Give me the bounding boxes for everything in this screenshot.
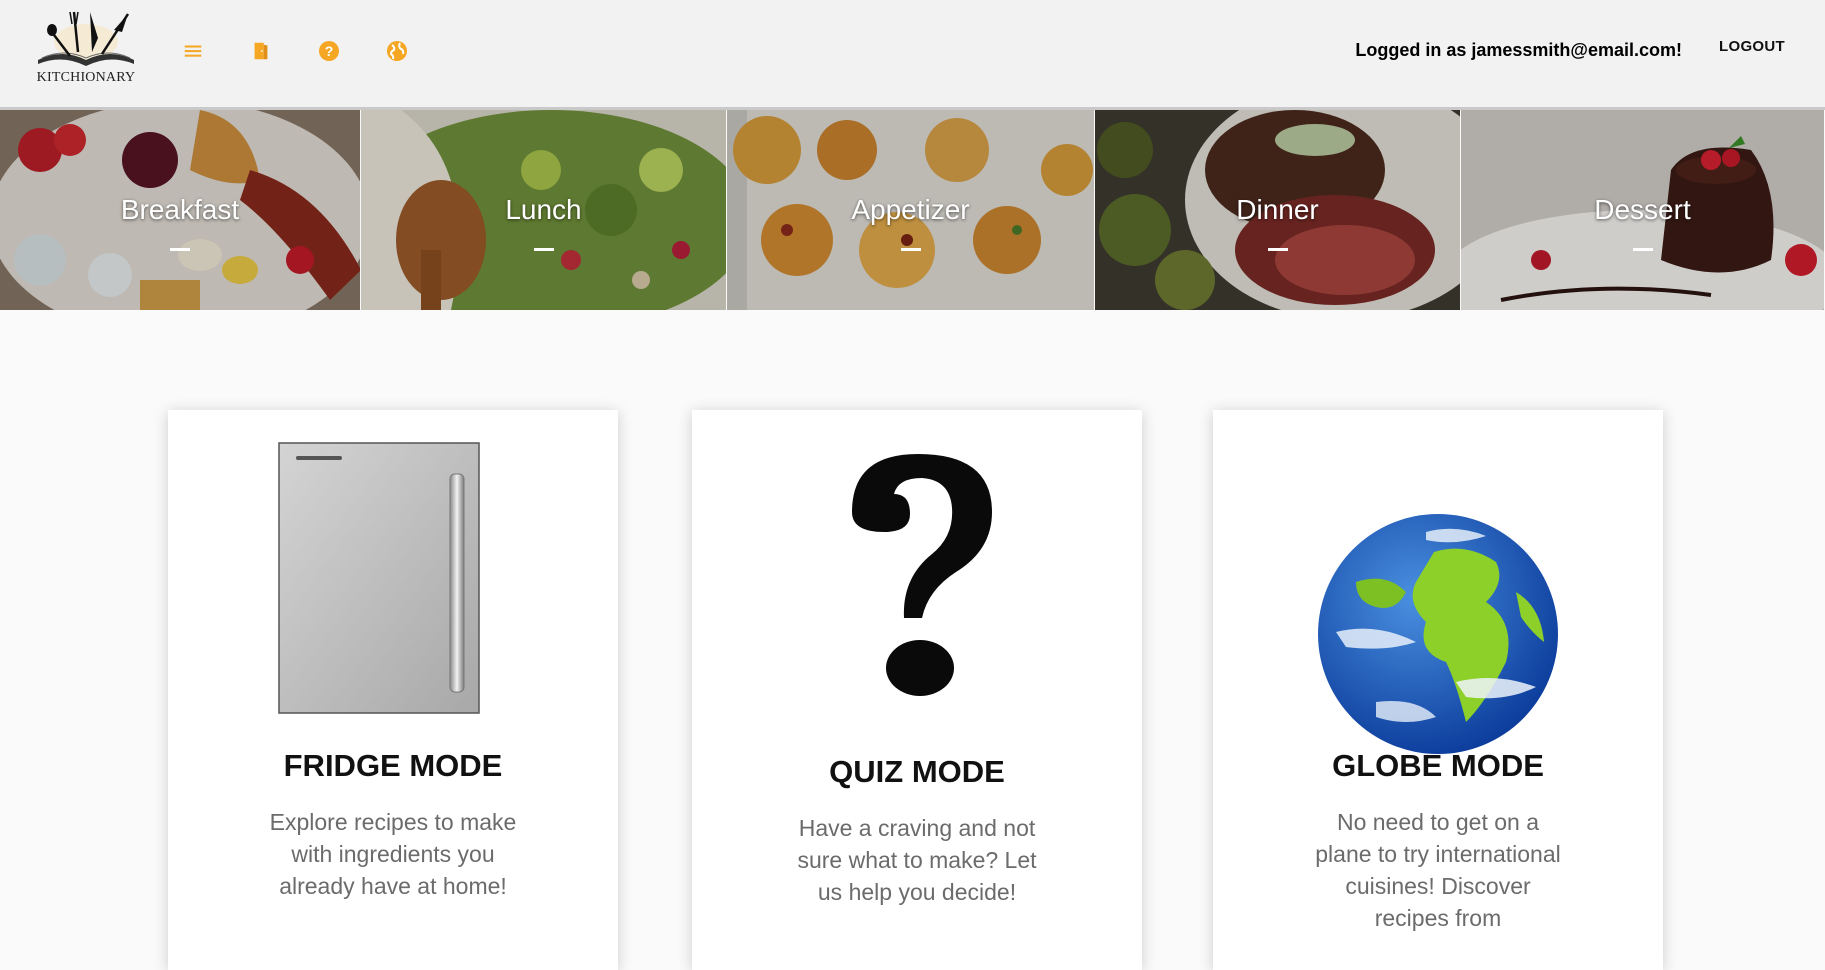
category-tile-dinner[interactable]: Dinner bbox=[1095, 110, 1461, 310]
category-label-breakfast: Breakfast bbox=[120, 194, 240, 225]
fridge-nav-button[interactable] bbox=[246, 36, 276, 66]
earth-globe-icon bbox=[1318, 514, 1558, 754]
fridge-mode-description: Explore recipes to make with ingredients… bbox=[269, 809, 517, 899]
category-label-lunch: Lunch bbox=[505, 194, 582, 225]
category-underline bbox=[1632, 248, 1653, 251]
category-label-dinner: Dinner bbox=[1236, 194, 1319, 225]
category-tile-breakfast[interactable]: Breakfast bbox=[0, 110, 361, 310]
fridge-mode-title: FRIDGE MODE bbox=[283, 748, 503, 783]
category-tile-dessert[interactable]: Dessert bbox=[1461, 110, 1825, 310]
category-label-appetizer: Appetizer bbox=[851, 194, 970, 225]
quiz-mode-card[interactable]: QUIZ MODE Have a craving and not sure wh… bbox=[692, 410, 1142, 970]
category-label-dessert: Dessert bbox=[1594, 194, 1691, 225]
logo-text: KITCHIONARY bbox=[36, 70, 136, 85]
logged-in-user-text: Logged in as jamessmith@email.com! bbox=[1355, 40, 1682, 60]
fridge-mode-card[interactable]: FRIDGE MODE Explore recipes to make with… bbox=[168, 410, 618, 970]
door-icon bbox=[254, 42, 268, 60]
quiz-nav-button[interactable]: ? bbox=[314, 36, 344, 66]
quiz-mode-title: QUIZ MODE bbox=[829, 754, 1005, 789]
globe-mode-card[interactable]: GLOBE MODE No need to get on a plane to … bbox=[1213, 410, 1663, 970]
category-underline bbox=[533, 248, 554, 251]
menu-icon bbox=[184, 45, 202, 57]
meal-category-strip: Breakfast Lunch Appetizer Dinner Dessert bbox=[0, 110, 1825, 310]
globe-icon bbox=[387, 41, 407, 61]
category-underline bbox=[900, 248, 921, 251]
globe-mode-description: No need to get on a plane to try interna… bbox=[1315, 809, 1561, 931]
quiz-mode-description: Have a craving and not sure what to make… bbox=[797, 815, 1037, 905]
top-nav-bar: KITCHIONARY ? Logged in as jamessmith@em… bbox=[0, 0, 1825, 110]
question-mark-icon bbox=[852, 454, 992, 696]
globe-nav-button[interactable] bbox=[382, 36, 412, 66]
category-tile-lunch[interactable]: Lunch bbox=[361, 110, 727, 310]
category-tile-appetizer[interactable]: Appetizer bbox=[727, 110, 1095, 310]
category-underline bbox=[170, 248, 190, 251]
svg-text:?: ? bbox=[325, 43, 334, 59]
kitchionary-logo[interactable]: KITCHIONARY bbox=[28, 8, 144, 86]
menu-button[interactable] bbox=[178, 36, 208, 66]
help-icon: ? bbox=[319, 41, 339, 61]
logout-button[interactable]: LOGOUT bbox=[1719, 38, 1785, 55]
globe-mode-title: GLOBE MODE bbox=[1332, 748, 1544, 783]
book-utensils-logo-icon bbox=[38, 11, 134, 66]
category-underline bbox=[1267, 248, 1288, 251]
fridge-icon bbox=[278, 442, 480, 714]
